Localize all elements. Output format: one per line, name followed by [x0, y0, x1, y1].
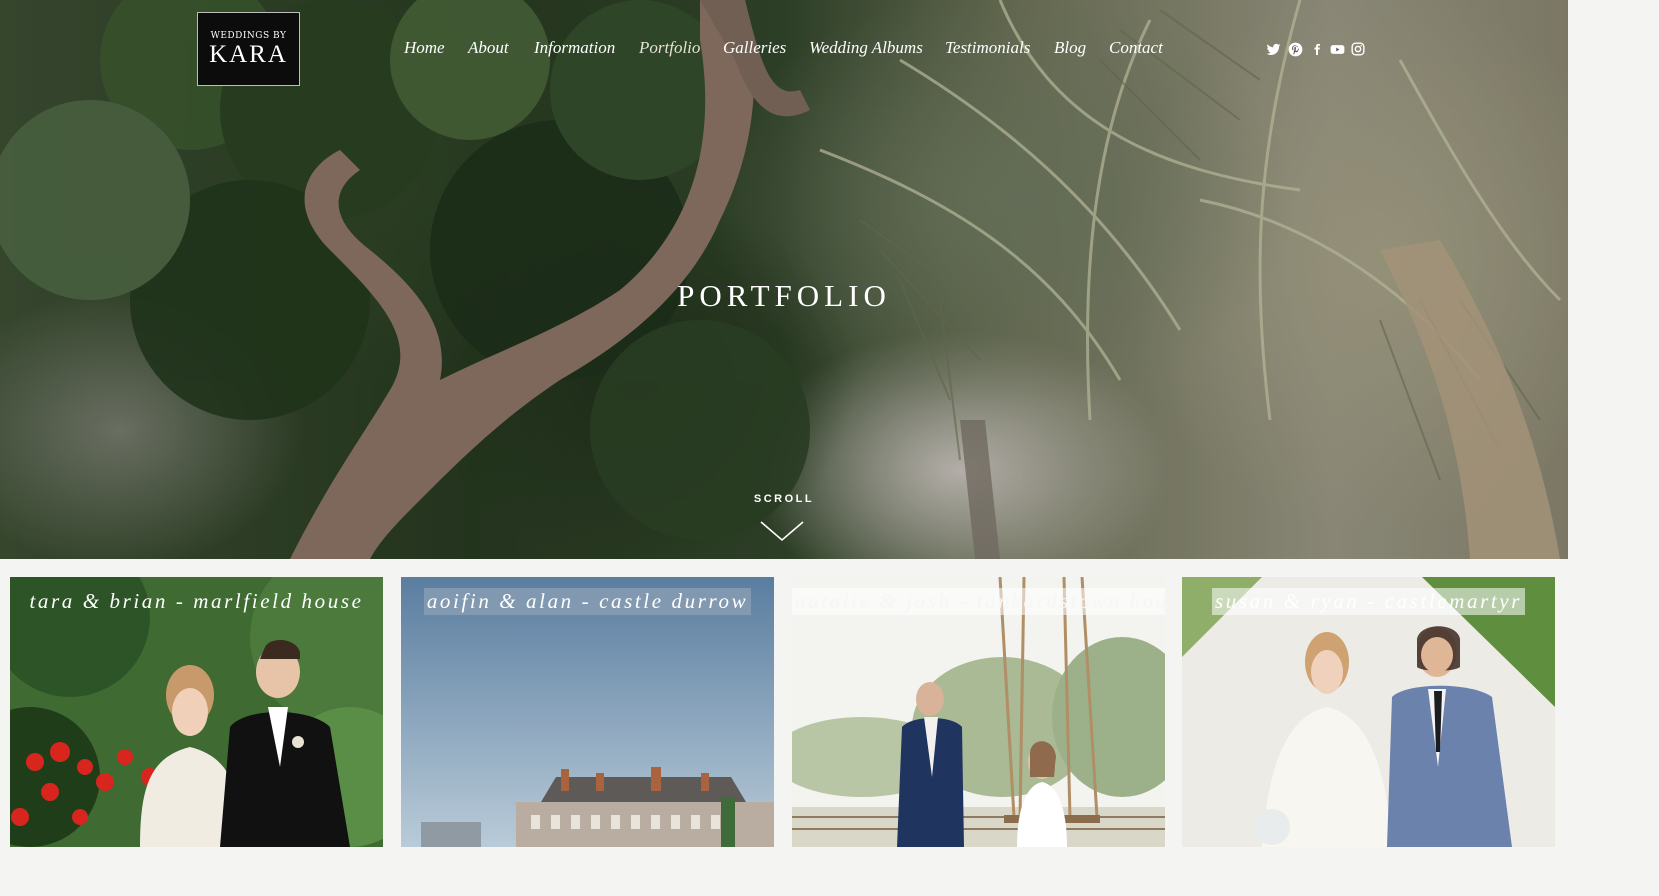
- gallery-photo: [1182, 577, 1555, 847]
- gallery-card-susan-ryan[interactable]: susan & ryan - castlemartyr: [1182, 577, 1555, 847]
- gallery-card-tara-brian[interactable]: tara & brian - marlfield house: [10, 577, 383, 847]
- gallery-photo: [792, 577, 1165, 847]
- scroll-label[interactable]: SCROLL: [0, 493, 1568, 505]
- youtube-icon[interactable]: [1330, 42, 1346, 58]
- facebook-icon[interactable]: [1311, 42, 1327, 58]
- gallery-caption: tara & brian - marlfield house: [29, 589, 364, 613]
- gallery-card-natalie-josh[interactable]: natalie & josh - tankardstown house: [792, 577, 1165, 847]
- instagram-icon[interactable]: [1351, 42, 1367, 58]
- pinterest-icon[interactable]: [1288, 42, 1304, 58]
- page-title: PORTFOLIO: [677, 278, 891, 313]
- twitter-icon[interactable]: [1266, 42, 1282, 58]
- gallery-photo: [401, 577, 774, 847]
- gallery-card-aoifin-alan[interactable]: aoifin & alan - castle durrow: [401, 577, 774, 847]
- gallery-caption: aoifin & alan - castle durrow: [423, 588, 752, 615]
- social-links: [0, 42, 1568, 58]
- gallery-photo: [10, 577, 383, 847]
- chevron-down-icon[interactable]: [760, 519, 804, 543]
- gallery-caption: susan & ryan - castlemartyr: [1211, 588, 1525, 615]
- gallery-caption: natalie & josh - tankardstown house: [792, 588, 1165, 615]
